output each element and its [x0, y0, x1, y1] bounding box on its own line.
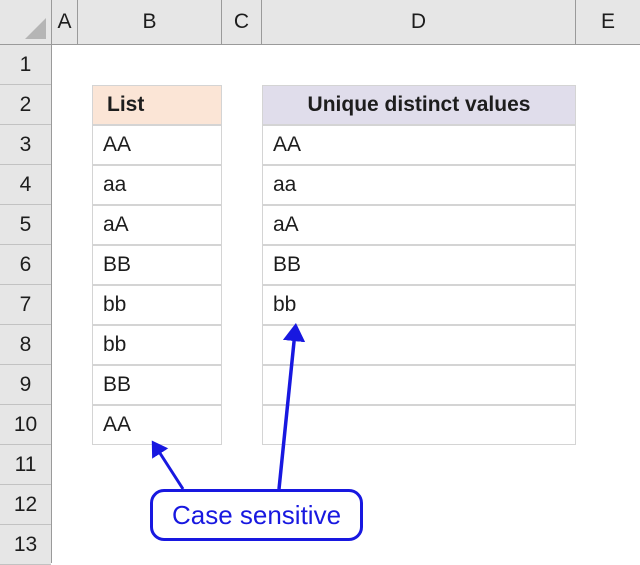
- list-cell-b5[interactable]: aA: [92, 205, 222, 245]
- spreadsheet-grid: A B C D E 1 2 3 4 5 6 7 8 9 10 11 12 13 …: [0, 0, 640, 565]
- column-header-a[interactable]: A: [52, 0, 78, 44]
- row-header-3[interactable]: 3: [0, 125, 51, 165]
- row-header-11[interactable]: 11: [0, 445, 51, 485]
- column-header-e[interactable]: E: [576, 0, 640, 44]
- list-table-header[interactable]: List: [92, 85, 222, 125]
- unique-cell-d4[interactable]: aa: [262, 165, 576, 205]
- column-header-b[interactable]: B: [78, 0, 222, 44]
- select-all-button[interactable]: [0, 0, 52, 44]
- list-cell-b8[interactable]: bb: [92, 325, 222, 365]
- row-header-5[interactable]: 5: [0, 205, 51, 245]
- select-all-corner-triangle-icon: [25, 18, 46, 39]
- unique-cell-d7[interactable]: bb: [262, 285, 576, 325]
- unique-cell-d5[interactable]: aA: [262, 205, 576, 245]
- row-header-strip: 1 2 3 4 5 6 7 8 9 10 11 12 13: [0, 45, 52, 565]
- row-header-1[interactable]: 1: [0, 45, 51, 85]
- list-cell-b7[interactable]: bb: [92, 285, 222, 325]
- row-header-7[interactable]: 7: [0, 285, 51, 325]
- row-header-6[interactable]: 6: [0, 245, 51, 285]
- column-header-strip: A B C D E: [0, 0, 640, 45]
- row-header-13[interactable]: 13: [0, 525, 51, 565]
- unique-cell-d8[interactable]: [262, 325, 576, 365]
- unique-cell-d10[interactable]: [262, 405, 576, 445]
- case-sensitive-callout: Case sensitive: [150, 489, 363, 541]
- list-cell-b9[interactable]: BB: [92, 365, 222, 405]
- list-cell-b10[interactable]: AA: [92, 405, 222, 445]
- column-header-d[interactable]: D: [262, 0, 576, 44]
- unique-table-header[interactable]: Unique distinct values: [262, 85, 576, 125]
- unique-cell-d9[interactable]: [262, 365, 576, 405]
- arrow-to-list-column-icon: [151, 440, 185, 490]
- column-header-c[interactable]: C: [222, 0, 262, 44]
- unique-cell-d6[interactable]: BB: [262, 245, 576, 285]
- row-header-2[interactable]: 2: [0, 85, 51, 125]
- list-cell-b6[interactable]: BB: [92, 245, 222, 285]
- row-header-10[interactable]: 10: [0, 405, 51, 445]
- row-header-9[interactable]: 9: [0, 365, 51, 405]
- row-header-4[interactable]: 4: [0, 165, 51, 205]
- unique-cell-d3[interactable]: AA: [262, 125, 576, 165]
- row-header-8[interactable]: 8: [0, 325, 51, 365]
- row-header-12[interactable]: 12: [0, 485, 51, 525]
- list-cell-b3[interactable]: AA: [92, 125, 222, 165]
- case-sensitive-label: Case sensitive: [171, 500, 342, 530]
- list-cell-b4[interactable]: aa: [92, 165, 222, 205]
